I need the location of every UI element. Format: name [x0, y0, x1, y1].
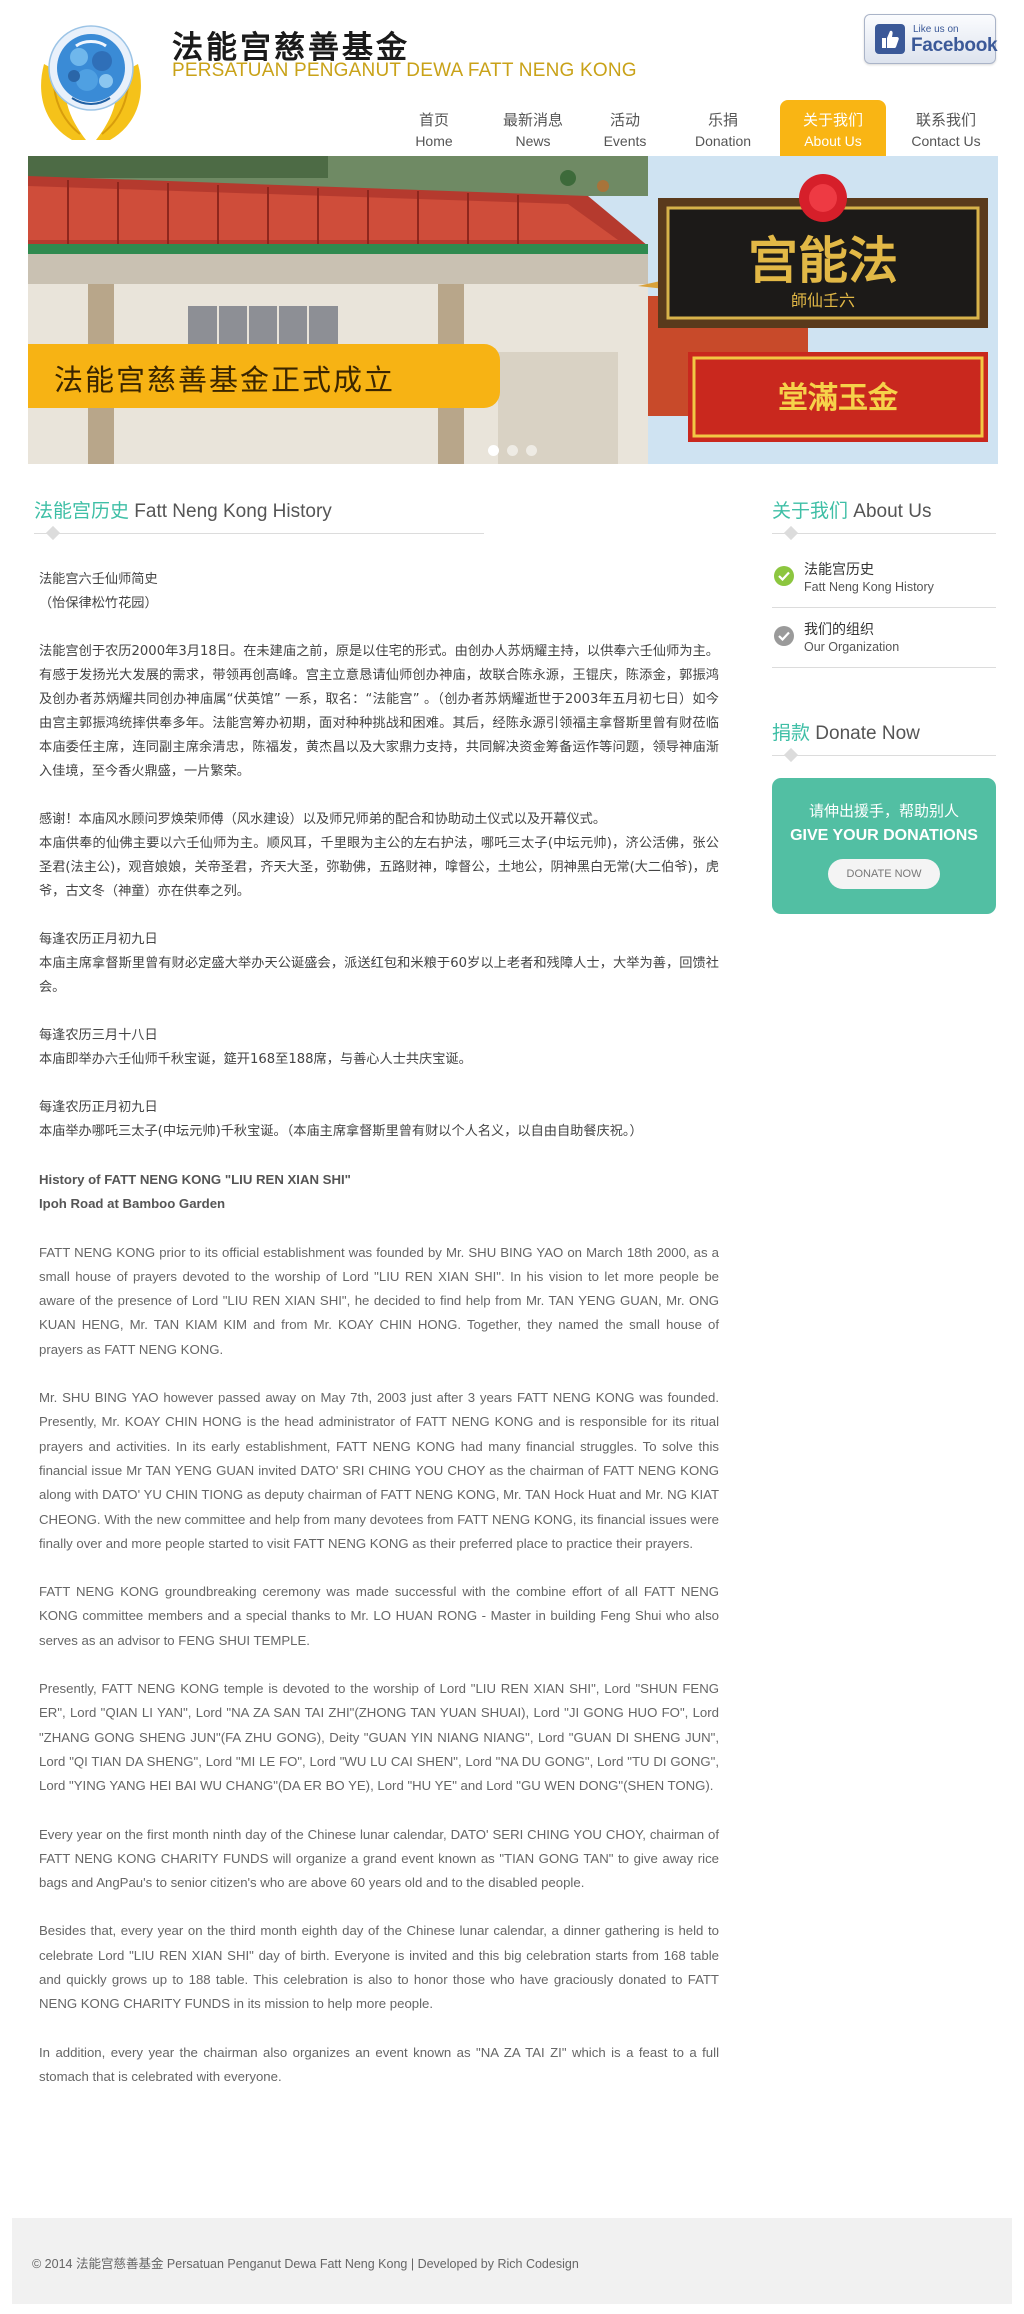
temple-photo: 堂滿玉金 宫能法 師仙壬六	[28, 156, 998, 464]
article-paragraph: FATT NENG KONG groundbreaking ceremony w…	[39, 1584, 719, 1648]
sidebar-divider	[772, 525, 996, 541]
article-paragraph: 每逢农历三月十八日 本庙即举办六壬仙师千秋宝诞，筵开168至188席，与善心人士…	[39, 1028, 472, 1067]
main-content: 法能宫历史 Fatt Neng Kong History 法能宫六壬仙师简史 （…	[34, 496, 724, 2113]
section-title-cn: 法能宫历史	[34, 500, 130, 522]
divider-diamond	[783, 747, 799, 763]
sidebar-item-label-en: Fatt Neng Kong History	[804, 580, 934, 594]
section-title: 法能宫历史 Fatt Neng Kong History	[34, 496, 724, 523]
article-paragraph: 法能宫六壬仙师简史 （怡保律松竹花园）	[39, 572, 158, 611]
hero-banner[interactable]: 堂滿玉金 宫能法 師仙壬六 法能宫慈善基金正式成立	[28, 156, 998, 464]
nav-label-cn: 首页	[418, 111, 449, 129]
sidebar-item-label-cn: 法能宫历史	[804, 562, 874, 578]
article-paragraph: In addition, every year the chairman als…	[39, 2044, 719, 2084]
nav-label-en: News	[515, 133, 551, 149]
article-paragraph: Every year on the first month ninth day …	[39, 1826, 719, 1891]
donate-box: 请伸出援手，帮助别人 GIVE YOUR DONATIONS DONATE NO…	[772, 778, 996, 914]
article-paragraph: 感谢！本庙风水顾问罗焕荣师傅（风水建设）以及师兄师弟的配合和协助动土仪式以及开幕…	[39, 812, 719, 899]
sidebar-item-label-en: Our Organization	[804, 640, 900, 654]
sidebar-about-title-en: About Us	[853, 501, 932, 522]
sidebar-item-history[interactable]: 法能宫历史 Fatt Neng Kong History	[772, 548, 996, 608]
article-paragraph: 法能宫创于农历2000年3月18日。在未建庙之前，原是以住宅的形式。由创办人苏炳…	[39, 644, 719, 779]
sidebar-divider	[772, 747, 996, 763]
slider-dot-2[interactable]	[507, 445, 518, 456]
sidebar-menu: 法能宫历史 Fatt Neng Kong History 我们的组织 Our O…	[772, 548, 996, 668]
article-paragraph: 每逢农历正月初九日 本庙举办哪吒三太子(中坛元帅)千秋宝诞。（本庙主席拿督斯里曾…	[39, 1100, 643, 1139]
article-paragraph: Mr. SHU BING YAO however passed away on …	[39, 1390, 719, 1551]
nav-item-home[interactable]: 首页 Home	[394, 100, 474, 156]
slider-dot-3[interactable]	[526, 445, 537, 456]
sidebar-donate-title: 捐款 Donate Now	[772, 718, 996, 745]
donate-now-button[interactable]: DONATE NOW	[828, 859, 940, 889]
article-paragraph: 每逢农历正月初九日 本庙主席拿督斯里曾有财必定盛大举办天公诞盛会，派送红包和米粮…	[39, 932, 719, 995]
nav-label-cn: 活动	[609, 111, 640, 129]
nav-item-contact-us[interactable]: 联系我们 Contact Us	[896, 100, 996, 156]
nav-label-en: About Us	[804, 133, 862, 149]
divider-diamond	[45, 525, 61, 541]
sidebar-about-title: 关于我们 About Us	[772, 496, 996, 523]
sidebar-about-title-cn: 关于我们	[772, 500, 849, 522]
site-footer: © 2014 法能宫慈善基金 Persatuan Penganut Dewa F…	[12, 2218, 1012, 2304]
check-circle-icon	[774, 566, 794, 586]
nav-label-cn: 关于我们	[802, 111, 863, 129]
slider-dot-1[interactable]	[488, 445, 499, 456]
article-paragraph: Besides that, every year on the third mo…	[39, 1923, 719, 2012]
check-circle-icon	[774, 626, 794, 646]
signboard-sub-text: 師仙壬六	[791, 291, 855, 310]
sidebar-item-label-cn: 我们的组织	[804, 622, 874, 638]
nav-label-en: Events	[603, 133, 647, 149]
donate-box-text-en: GIVE YOUR DONATIONS	[790, 827, 978, 844]
signboard-main-text: 宫能法	[748, 231, 898, 290]
article-paragraph: History of FATT NENG KONG "LIU REN XIAN …	[39, 1172, 351, 1212]
nav-label-en: Contact Us	[911, 133, 981, 149]
sidebar: 关于我们 About Us 法能宫历史 Fatt Neng Kong Histo…	[772, 496, 996, 914]
banner-caption: 法能宫慈善基金正式成立	[28, 344, 500, 408]
nav-item-news[interactable]: 最新消息 News	[486, 100, 580, 156]
facebook-like-button[interactable]: Like us on Facebook	[864, 14, 998, 64]
facebook-word: Facebook	[911, 35, 998, 56]
nav-label-cn: 最新消息	[502, 111, 563, 129]
nav-label-en: Donation	[694, 133, 752, 149]
nav-label-cn: 联系我们	[915, 111, 976, 129]
facebook-like-text: Like us on	[913, 24, 959, 35]
main-navigation: 首页 Home 最新消息 News 活动 Events 乐捐 Donation …	[0, 100, 1024, 156]
sidebar-item-organization[interactable]: 我们的组织 Our Organization	[772, 608, 996, 668]
nav-item-about-us[interactable]: 关于我们 About Us	[780, 100, 886, 156]
nav-item-events[interactable]: 活动 Events	[588, 100, 662, 156]
article-paragraph: FATT NENG KONG prior to its official est…	[39, 1244, 719, 1357]
divider-diamond	[783, 525, 799, 541]
nav-item-donation[interactable]: 乐捐 Donation	[682, 100, 764, 156]
red-board-text: 堂滿玉金	[778, 381, 899, 416]
nav-label-en: Home	[415, 133, 453, 149]
sidebar-donate-title-cn: 捐款	[772, 722, 811, 744]
slider-dots	[488, 443, 545, 461]
sidebar-donate-title-en: Donate Now	[815, 723, 920, 744]
history-article: 法能宫六壬仙师简史 （怡保律松竹花园） 法能宫创于农历2000年3月18日。在未建…	[34, 568, 719, 2089]
article-paragraph: Presently, FATT NENG KONG temple is devo…	[39, 1681, 719, 1794]
banner-caption-text: 法能宫慈善基金正式成立	[54, 363, 396, 397]
thumbs-up-icon	[875, 24, 905, 54]
site-header: 法能宫慈善基金 PERSATUAN PENGANUT DEWA FATT NEN…	[0, 0, 1024, 158]
donate-box-text-cn: 请伸出援手，帮助别人	[808, 802, 959, 820]
nav-label-cn: 乐捐	[707, 111, 738, 129]
section-divider	[34, 525, 484, 541]
footer-copyright: © 2014 法能宫慈善基金 Persatuan Penganut Dewa F…	[32, 2257, 579, 2271]
section-title-en: Fatt Neng Kong History	[134, 501, 332, 522]
brand-name-english: PERSATUAN PENGANUT DEWA FATT NENG KONG	[172, 60, 637, 81]
